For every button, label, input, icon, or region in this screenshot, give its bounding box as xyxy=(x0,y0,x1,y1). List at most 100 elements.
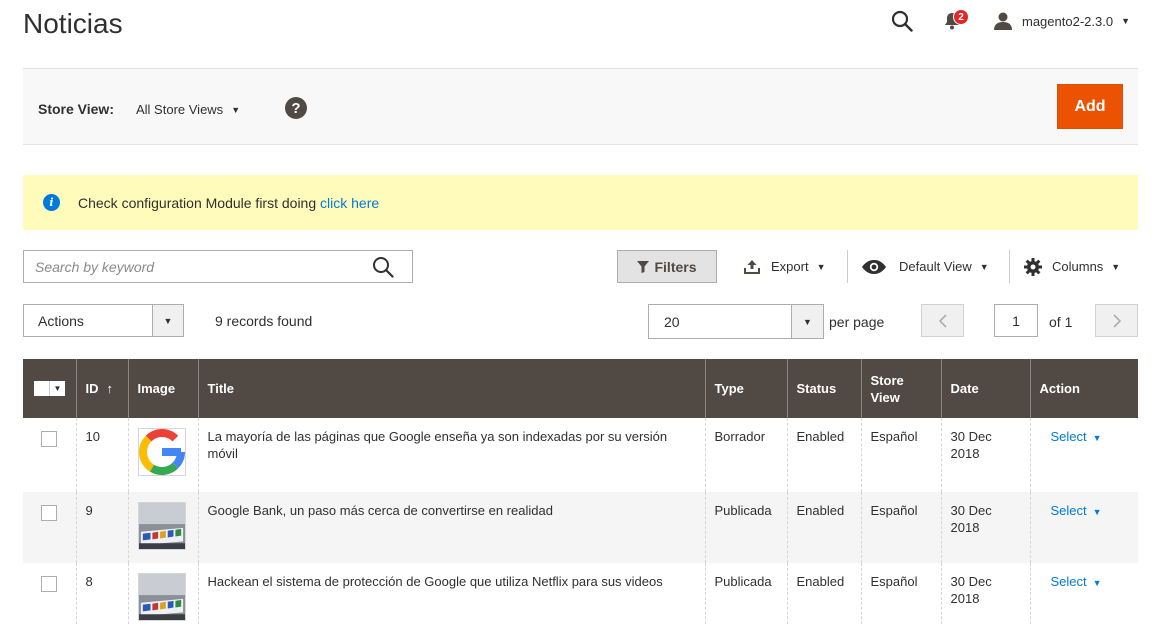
keyword-search-input[interactable] xyxy=(24,251,364,282)
type-cell: Publicada xyxy=(704,492,787,563)
column-header-action: Action xyxy=(1029,359,1138,418)
funnel-icon xyxy=(637,260,650,273)
date-cell: 30 Dec 2018 xyxy=(940,563,1030,626)
row-action-select[interactable]: Select ▼ xyxy=(1051,429,1102,444)
news-grid: ▼ ID ↑ Image Title Type Status Store View… xyxy=(23,359,1138,626)
chevron-down-icon: ▼ xyxy=(1111,261,1121,272)
chevron-down-icon: ▼ xyxy=(1092,578,1102,588)
status-cell: Enabled xyxy=(786,492,861,563)
chevron-down-icon: ▼ xyxy=(1121,16,1130,26)
news-thumbnail xyxy=(137,502,186,550)
notifications-badge: 2 xyxy=(953,9,969,25)
row-checkbox[interactable] xyxy=(41,576,57,592)
mass-actions-label: Actions xyxy=(38,313,84,329)
column-label: Type xyxy=(714,381,744,396)
search-icon[interactable] xyxy=(372,256,394,278)
column-label: Title xyxy=(207,381,235,396)
chevron-down-icon: ▼ xyxy=(979,261,989,272)
columns-dropdown[interactable]: Columns ▼ xyxy=(1024,250,1120,283)
row-select-cell xyxy=(23,418,76,492)
image-cell xyxy=(127,492,198,563)
column-header-title[interactable]: Title xyxy=(197,359,705,418)
column-header-store-view[interactable]: Store View xyxy=(860,359,941,418)
column-label: Image xyxy=(137,381,176,396)
date-cell: 30 Dec 2018 xyxy=(940,492,1030,563)
previous-page-button[interactable] xyxy=(921,304,964,337)
keyword-search xyxy=(23,250,413,283)
gear-icon xyxy=(1024,257,1042,276)
row-action-select[interactable]: Select ▼ xyxy=(1051,503,1102,518)
toolbar-divider xyxy=(847,250,848,283)
chevron-down-icon: ▼ xyxy=(49,381,65,396)
global-search-button[interactable] xyxy=(887,6,917,36)
per-page-select[interactable]: 20 ▼ xyxy=(648,304,824,339)
column-header-status[interactable]: Status xyxy=(786,359,861,418)
chevron-down-icon: ▼ xyxy=(152,305,183,336)
mass-select-checkbox[interactable]: ▼ xyxy=(34,381,67,396)
news-thumbnail xyxy=(137,428,186,476)
per-page-label: per page xyxy=(829,314,885,330)
grid-header-row: ▼ ID ↑ Image Title Type Status Store View… xyxy=(23,359,1138,418)
google-sign-photo xyxy=(138,574,185,620)
status-cell: Enabled xyxy=(786,418,861,492)
column-header-id[interactable]: ID ↑ xyxy=(75,359,128,418)
view-label: Default View xyxy=(899,259,972,274)
store-view-cell: Español xyxy=(860,492,941,563)
config-notice: i Check configuration Module first doing… xyxy=(23,175,1138,230)
page-total: of 1 xyxy=(1049,314,1073,330)
user-account-menu[interactable]: magento2-2.3.0 ▼ xyxy=(993,12,1130,30)
user-icon xyxy=(994,12,1012,30)
next-page-button[interactable] xyxy=(1095,304,1138,337)
notice-text: Check configuration Module first doing xyxy=(78,194,321,211)
column-label: Action xyxy=(1039,381,1080,396)
checkbox xyxy=(34,381,49,396)
chevron-down-icon: ▼ xyxy=(816,261,826,272)
notifications-button[interactable]: 2 xyxy=(939,6,969,36)
row-checkbox[interactable] xyxy=(41,431,57,447)
column-label: Date xyxy=(950,381,979,396)
id-cell: 8 xyxy=(75,563,128,626)
notice-link[interactable]: click here xyxy=(320,195,379,211)
export-icon xyxy=(744,259,760,274)
row-select-cell xyxy=(23,563,76,626)
sort-ascending-icon: ↑ xyxy=(106,381,114,396)
mass-actions-dropdown[interactable]: Actions ▼ xyxy=(23,304,184,337)
view-dropdown[interactable]: Default View ▼ xyxy=(862,250,989,283)
chevron-down-icon: ▼ xyxy=(1092,433,1102,443)
action-cell: Select ▼ xyxy=(1029,418,1138,492)
toolbar-divider xyxy=(1009,250,1010,283)
id-cell: 10 xyxy=(75,418,128,492)
per-page-value: 20 xyxy=(664,314,680,330)
notice-message: Check configuration Module first doing c… xyxy=(78,195,379,211)
row-checkbox[interactable] xyxy=(41,505,57,521)
eye-icon xyxy=(862,259,886,274)
username: magento2-2.3.0 xyxy=(1022,13,1114,29)
store-switcher-bar: Store View: All Store Views ▼ ? Add xyxy=(23,68,1138,145)
chevron-left-icon xyxy=(938,313,947,328)
chevron-right-icon xyxy=(1112,313,1121,328)
id-cell: 9 xyxy=(75,492,128,563)
chevron-down-icon: ▼ xyxy=(1092,507,1102,517)
filters-button[interactable]: Filters xyxy=(617,250,717,283)
search-icon xyxy=(891,10,913,32)
action-label: Select xyxy=(1050,503,1087,518)
row-action-select[interactable]: Select ▼ xyxy=(1051,574,1102,589)
records-count: 9 records found xyxy=(215,313,313,329)
title-cell: Hackean el sistema de protección de Goog… xyxy=(197,563,705,626)
columns-label: Columns xyxy=(1052,259,1104,274)
page-number-input[interactable] xyxy=(994,304,1038,337)
export-dropdown[interactable]: Export ▼ xyxy=(743,250,826,283)
column-header-type[interactable]: Type xyxy=(704,359,787,418)
google-logo-icon xyxy=(138,429,185,475)
store-view-dropdown[interactable]: All Store Views ▼ xyxy=(136,102,240,117)
column-header-image: Image xyxy=(127,359,198,418)
add-button[interactable]: Add xyxy=(1057,84,1123,129)
help-icon[interactable]: ? xyxy=(285,97,307,119)
image-cell xyxy=(127,563,198,626)
column-header-date[interactable]: Date xyxy=(940,359,1030,418)
type-cell: Publicada xyxy=(704,563,787,626)
date-cell: 30 Dec 2018 xyxy=(940,418,1030,492)
table-row: 9 Google Bank, un paso más cerca de conv… xyxy=(23,492,1138,563)
column-label: Store View xyxy=(870,372,904,405)
action-cell: Select ▼ xyxy=(1029,492,1138,563)
